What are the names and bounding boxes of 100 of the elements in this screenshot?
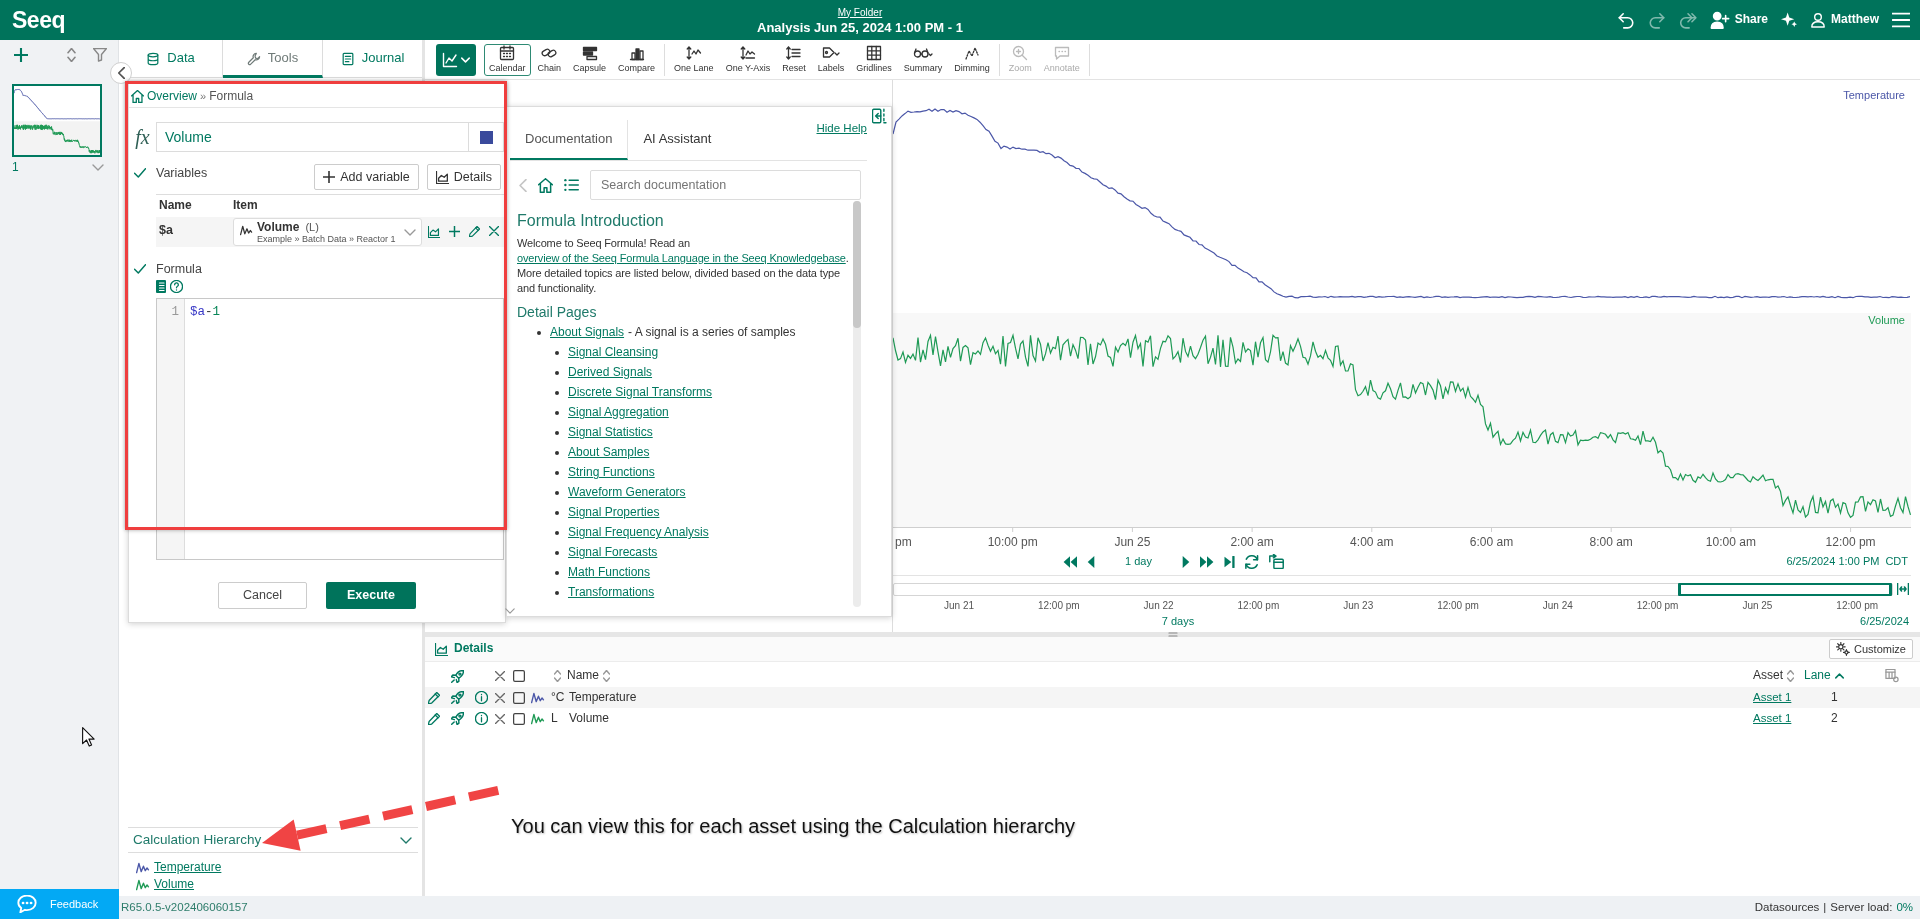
- refresh-icon[interactable]: [1244, 554, 1259, 569]
- chart-icon[interactable]: [428, 226, 440, 238]
- topic-link[interactable]: Signal Frequency Analysis: [568, 525, 709, 541]
- checkbox-icon[interactable]: [513, 691, 525, 704]
- topic-link[interactable]: Math Functions: [568, 565, 651, 581]
- plus-icon[interactable]: [449, 226, 460, 237]
- asset-link[interactable]: Asset 1: [1753, 690, 1792, 705]
- topic-link[interactable]: Signal Cleansing: [568, 345, 659, 361]
- toolbar-button[interactable]: Summary: [898, 43, 948, 76]
- panel-tab[interactable]: Tools: [223, 40, 323, 78]
- hide-help-link[interactable]: Hide Help: [816, 121, 867, 136]
- signal-link[interactable]: Volume: [154, 876, 195, 893]
- sparkle-icon[interactable]: [1781, 12, 1797, 28]
- sort-icon[interactable]: [553, 670, 561, 682]
- chart-type-dropdown[interactable]: [436, 43, 476, 76]
- sort-ascending-icon[interactable]: [1834, 673, 1844, 679]
- toolbar-button[interactable]: Dimming: [949, 43, 995, 76]
- search-field[interactable]: Search documentation: [590, 170, 861, 200]
- toolbar-button[interactable]: Labels: [812, 43, 850, 76]
- toolbar-button[interactable]: Gridlines: [851, 43, 897, 76]
- pencil-icon[interactable]: [428, 691, 440, 704]
- plus-icon[interactable]: [14, 48, 28, 62]
- color-picker-button[interactable]: [468, 122, 504, 152]
- topic-link[interactable]: Discrete Signal Transforms: [568, 385, 713, 401]
- column-settings-icon[interactable]: [1884, 669, 1900, 683]
- cancel-button[interactable]: Cancel: [218, 582, 307, 609]
- skip-to-end-icon[interactable]: [1223, 555, 1235, 568]
- help-icon[interactable]: [170, 280, 183, 293]
- grip-icon[interactable]: [1167, 632, 1178, 637]
- sort-icon[interactable]: [67, 48, 76, 62]
- notebook-icon[interactable]: [156, 280, 166, 293]
- calendar-swap-icon[interactable]: [1268, 554, 1284, 569]
- close-icon[interactable]: [489, 226, 499, 236]
- home-icon[interactable]: [538, 177, 553, 193]
- checkbox-icon[interactable]: [513, 712, 525, 725]
- topic-link[interactable]: Derived Signals: [568, 365, 653, 381]
- topic-link[interactable]: About Signals: [550, 325, 625, 341]
- column-header[interactable]: Asset: [1753, 668, 1794, 684]
- column-header[interactable]: Lane: [1804, 668, 1844, 684]
- close-icon[interactable]: [495, 671, 505, 681]
- close-icon[interactable]: [495, 713, 505, 724]
- item-select[interactable]: Volume (L) Example » Batch Data » Reactor 1: [233, 218, 422, 246]
- share-button[interactable]: Share: [1709, 11, 1768, 29]
- toolbar-button[interactable]: Chain: [532, 43, 567, 76]
- undo-icon[interactable]: [1616, 11, 1635, 29]
- rewind-icon[interactable]: [1063, 555, 1077, 568]
- topic-link[interactable]: Signal Aggregation: [568, 405, 669, 421]
- help-tab[interactable]: Documentation: [510, 120, 629, 160]
- user-menu-button[interactable]: Matthew: [1810, 12, 1879, 28]
- details-button[interactable]: Details: [426, 164, 501, 190]
- customize-button[interactable]: Customize: [1829, 639, 1913, 659]
- scrollbar[interactable]: [853, 201, 861, 607]
- breadcrumb-link[interactable]: Overview: [147, 88, 197, 105]
- asset-link[interactable]: Asset 1: [1753, 711, 1792, 726]
- topic-link[interactable]: Transformations: [568, 585, 655, 601]
- step-back-icon[interactable]: [1087, 555, 1095, 568]
- fast-forward-icon[interactable]: [1199, 555, 1214, 568]
- logo-wordmark[interactable]: Seeq: [12, 7, 65, 33]
- toolbar-button[interactable]: One Y-Axis: [720, 43, 776, 76]
- signal-link[interactable]: Temperature: [154, 859, 222, 876]
- knowledgebase-link[interactable]: overview of the Seeq Formula Language in the Seeq Knowledgebase: [517, 252, 846, 264]
- column-header[interactable]: Name: [567, 668, 610, 684]
- list-icon[interactable]: [564, 178, 579, 192]
- toolbar-button[interactable]: Compare: [613, 43, 661, 76]
- folder-link[interactable]: My Folder: [837, 5, 883, 19]
- fit-range-icon[interactable]: [1897, 583, 1909, 595]
- scrollbar-thumb[interactable]: [853, 201, 861, 328]
- topic-link[interactable]: Signal Statistics: [568, 425, 653, 441]
- help-tab[interactable]: AI Assistant: [628, 120, 727, 160]
- menu-icon[interactable]: [1892, 12, 1910, 28]
- pencil-icon[interactable]: [428, 712, 440, 725]
- collapse-help-icon[interactable]: [872, 108, 887, 124]
- rocket-icon[interactable]: [450, 691, 464, 704]
- info-icon[interactable]: [474, 691, 488, 704]
- sort-icon[interactable]: [1787, 670, 1794, 682]
- home-icon[interactable]: [131, 90, 144, 103]
- toolbar-button[interactable]: Calendar: [484, 43, 531, 76]
- close-icon[interactable]: [495, 692, 505, 703]
- code-editor[interactable]: 1 $a-1: [156, 298, 504, 560]
- toolbar-button[interactable]: One Lane: [669, 43, 719, 76]
- rocket-icon[interactable]: [450, 669, 464, 683]
- topic-link[interactable]: Signal Properties: [568, 505, 660, 521]
- topic-link[interactable]: Waveform Generators: [568, 485, 686, 501]
- add-variable-button[interactable]: Add variable: [314, 164, 419, 190]
- step-dropdown[interactable]: 1 day: [1125, 554, 1152, 569]
- chevron-down-icon[interactable]: [92, 164, 104, 172]
- topic-link[interactable]: String Functions: [568, 465, 655, 481]
- info-icon[interactable]: [474, 712, 488, 725]
- chevron-down-icon[interactable]: [400, 836, 412, 844]
- checkbox-icon[interactable]: [513, 670, 525, 682]
- rocket-icon[interactable]: [450, 712, 464, 725]
- topic-link[interactable]: About Samples: [568, 445, 650, 461]
- toolbar-button[interactable]: Reset: [777, 43, 811, 76]
- name-field[interactable]: Volume: [156, 122, 468, 152]
- filter-icon[interactable]: [93, 48, 107, 62]
- topic-link[interactable]: Signal Forecasts: [568, 545, 658, 561]
- sort-icon[interactable]: [603, 670, 610, 682]
- execute-button[interactable]: Execute: [326, 582, 416, 609]
- step-forward-icon[interactable]: [1181, 555, 1190, 568]
- toolbar-button[interactable]: Capsule: [568, 43, 612, 76]
